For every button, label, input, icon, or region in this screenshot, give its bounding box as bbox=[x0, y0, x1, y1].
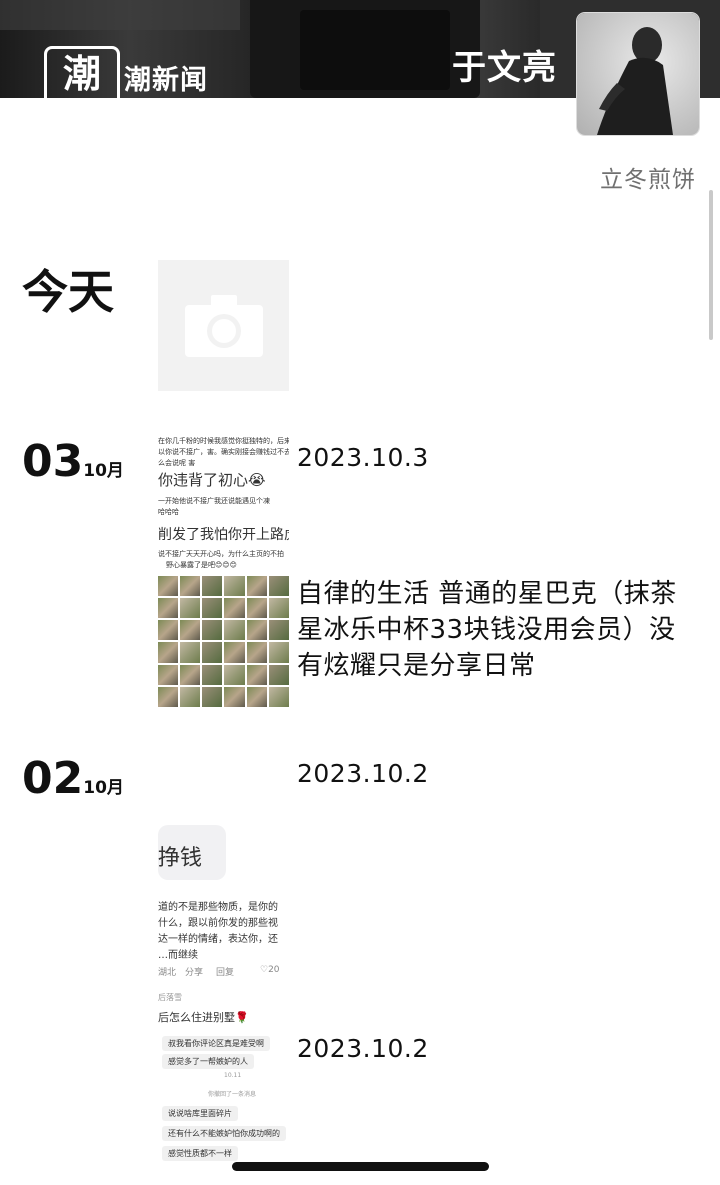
thumb-text-line: 感觉性质都不一样 bbox=[162, 1146, 238, 1161]
scrollbar[interactable] bbox=[709, 190, 713, 340]
thumb-text-line: 后落雪 bbox=[158, 993, 182, 1002]
post-thumbnail-messages[interactable]: 叔我看你评论区真是难受啊 感觉多了一帮嫉妒的人 10.11 你撤回了一条消息 说… bbox=[158, 1030, 289, 1165]
post-day: 03 bbox=[22, 436, 84, 487]
thumb-text-line: 还有什么不能嫉妒怕你成功啊的 bbox=[162, 1126, 286, 1141]
thumb-text-line: 湖北 bbox=[158, 968, 177, 978]
thumb-text-line: 挣钱 bbox=[158, 846, 203, 871]
thumb-text-line: 10.11 bbox=[224, 1072, 242, 1079]
thumb-text-line: 你撤回了一条消息 bbox=[208, 1091, 257, 1098]
post-date-02: 0210月 bbox=[22, 757, 124, 801]
brand-logo: 潮 bbox=[44, 46, 120, 98]
thumb-text-line: 达一样的情绪，表达你，还 bbox=[158, 934, 278, 945]
post-thumbnail-drinks[interactable] bbox=[158, 576, 289, 707]
post-full-date: 2023.10.2 bbox=[297, 1034, 429, 1063]
thumb-text-line: 道的不是那些物质，是你的 bbox=[158, 902, 278, 913]
post-caption[interactable]: 自律的生活 普通的星巴克（抹茶星冰乐中杯33块钱没用会员）没有炫耀只是分享日常 bbox=[297, 576, 697, 684]
thumb-text-line: 你违背了初心😭 bbox=[158, 471, 266, 489]
post-month: 10月 bbox=[83, 778, 124, 798]
thumb-text-line: 分享 bbox=[185, 968, 204, 978]
brand-logo-char: 潮 bbox=[62, 50, 101, 96]
thumb-text-line: 在你几千粉的时候我感觉你挺独特的，后来看 bbox=[158, 437, 289, 445]
thumb-text-line: 说说啥库里面碎片 bbox=[162, 1106, 238, 1121]
thumb-text-line: 削发了我怕你开上路虎 bbox=[158, 527, 289, 543]
post-thumbnail-comments[interactable]: 在你几千粉的时候我感觉你挺独特的，后来看 以你说不接广，害。确实刚接会赚钱过不去… bbox=[158, 432, 289, 572]
thumb-text-line: 么会说呢 害 bbox=[158, 459, 196, 467]
add-photo-button[interactable] bbox=[158, 260, 289, 391]
post-full-date: 2023.10.2 bbox=[297, 759, 429, 788]
thumb-text-line: 野心暴露了是吧😊😊😊 bbox=[166, 561, 237, 569]
home-indicator[interactable] bbox=[232, 1162, 489, 1171]
thumb-text-line: 以你说不接广，害。确实刚接会赚钱过不去。 bbox=[158, 448, 289, 456]
thumb-text-line: 回复 bbox=[216, 968, 235, 978]
avatar[interactable] bbox=[577, 13, 699, 135]
brand-name: 潮新闻 bbox=[124, 65, 208, 96]
post-month: 10月 bbox=[83, 461, 124, 481]
post-day: 02 bbox=[22, 753, 84, 804]
thumb-text-line: 一开始他说不接广我还说能遇见个凍 bbox=[158, 497, 270, 505]
thumb-text-line: 哈哈哈 bbox=[158, 508, 179, 516]
profile-username: 于文亮 bbox=[452, 48, 557, 88]
camera-icon bbox=[184, 294, 263, 357]
thumb-text-line: 叔我看你评论区真是难受啊 bbox=[162, 1036, 270, 1051]
profile-signature: 立冬煎饼 bbox=[600, 167, 696, 193]
thumb-text-line: ♡20 bbox=[260, 965, 280, 975]
person-silhouette-icon bbox=[597, 27, 673, 135]
today-label: 今天 bbox=[22, 265, 114, 319]
thumb-text-line: 感觉多了一帮嫉妒的人 bbox=[162, 1054, 254, 1069]
thumb-text-line: 说不接广天天开心吗，为什么主页的不拍 bbox=[158, 550, 284, 558]
thumb-text-line: 后怎么住进别墅🌹 bbox=[158, 1011, 249, 1024]
thumb-text-line: …而继续 bbox=[158, 950, 198, 961]
post-thumbnail-chat[interactable]: 挣钱 道的不是那些物质，是你的 什么，跟以前你发的那些视 达一样的情绪，表达你，… bbox=[158, 820, 289, 1030]
post-full-date: 2023.10.3 bbox=[297, 443, 429, 472]
thumb-text-line: 什么，跟以前你发的那些视 bbox=[158, 918, 278, 929]
post-date-03: 0310月 bbox=[22, 440, 124, 484]
